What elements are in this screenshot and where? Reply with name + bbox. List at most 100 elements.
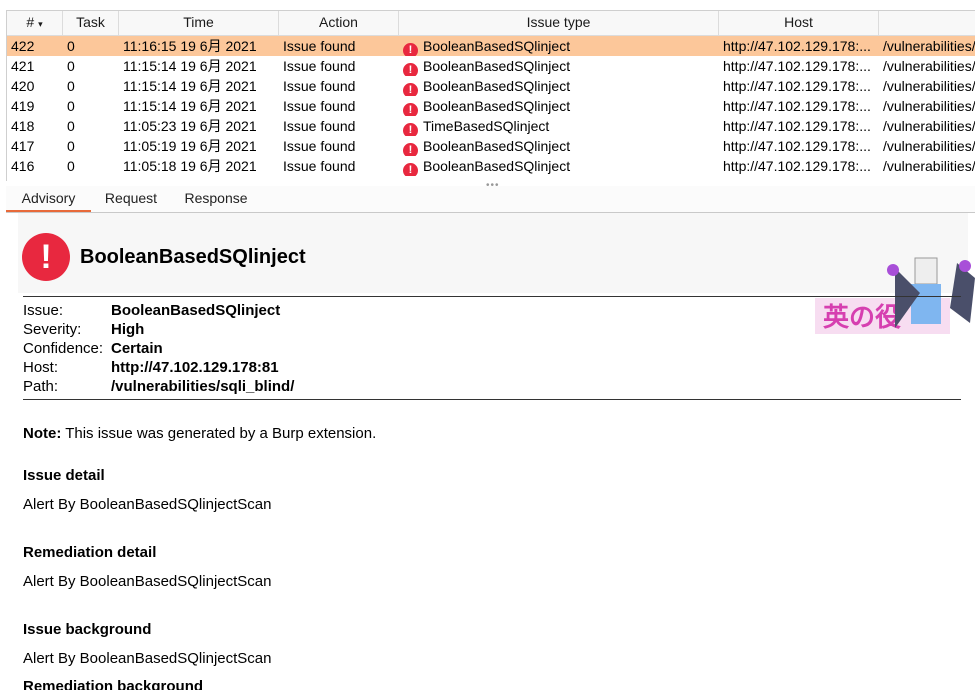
tab-advisory[interactable]: Advisory [6, 186, 91, 212]
table-row[interactable]: 419 0 11:15:14 19 6月 2021 Issue found ! Boole… [7, 96, 975, 116]
cell-issue-type: ! BooleanBasedSQlinject [403, 36, 719, 56]
error-exclamation-icon: ! [403, 163, 418, 176]
table-row[interactable]: 420 0 11:15:14 19 6月 2021 Issue found ! Boole… [7, 76, 975, 96]
column-header-issue-type[interactable]: Issue type [399, 11, 719, 35]
advisory-panel: ! BooleanBasedSQlinject 英の役 Issue: Boolea… [6, 213, 975, 690]
fields-top-divider [23, 296, 961, 297]
table-row[interactable]: 418 0 11:05:23 19 6月 2021 Issue found ! TimeB… [7, 116, 975, 136]
cell-number: 418 [11, 118, 35, 134]
error-exclamation-icon: ! [403, 143, 418, 156]
column-header-host[interactable]: Host [719, 11, 879, 35]
cell-task: 0 [67, 58, 75, 74]
cell-number: 416 [11, 158, 35, 174]
cell-task: 0 [67, 138, 75, 154]
cell-action: Issue found [283, 38, 356, 54]
cell-issue-type: ! BooleanBasedSQlinject [403, 96, 719, 116]
section-text-remediation-detail: Alert By BooleanBasedSQlinjectScan [23, 573, 272, 590]
fields-bottom-divider [23, 399, 961, 400]
cell-path: /vulnerabilities/ [883, 98, 975, 114]
table-row[interactable]: 416 0 11:05:18 19 6月 2021 Issue found ! Boole… [7, 156, 975, 176]
cell-number: 417 [11, 138, 35, 154]
field-value: http://47.102.129.178:81 [111, 359, 279, 376]
cell-number: 421 [11, 58, 35, 74]
column-header-number[interactable]: # ▾ [7, 11, 63, 35]
field-label: Issue: [23, 302, 64, 319]
cell-host: http://47.102.129.178:... [723, 78, 871, 94]
field-value: /vulnerabilities/sqli_blind/ [111, 378, 295, 395]
cell-host: http://47.102.129.178:... [723, 158, 871, 174]
error-exclamation-icon: ! [403, 123, 418, 136]
cell-issue-type: ! BooleanBasedSQlinject [403, 136, 719, 156]
advisory-title: BooleanBasedSQlinject [80, 246, 306, 268]
cell-host: http://47.102.129.178:... [723, 138, 871, 154]
watermark-logo: 英の役 [775, 248, 975, 358]
cell-action: Issue found [283, 58, 356, 74]
issue-log-table: # ▾ Task Time Action Issue type Host 422… [6, 10, 975, 181]
cell-number: 422 [11, 38, 35, 54]
cell-number: 419 [11, 98, 35, 114]
field-label: Severity: [23, 321, 82, 338]
cell-issue-type: ! TimeBasedSQlinject [403, 116, 719, 136]
cell-action: Issue found [283, 78, 356, 94]
svg-text:英の役: 英の役 [823, 303, 901, 333]
cell-time: 11:05:18 19 6月 2021 [123, 158, 257, 174]
cell-task: 0 [67, 38, 75, 54]
section-text-issue-background: Alert By BooleanBasedSQlinjectScan [23, 650, 272, 667]
advisory-field: Issue: BooleanBasedSQlinject [23, 301, 280, 320]
error-exclamation-icon: ! [403, 103, 418, 116]
cell-time: 11:05:19 19 6月 2021 [123, 138, 257, 154]
error-exclamation-icon: ! [403, 83, 418, 96]
cell-issue-type: ! BooleanBasedSQlinject [403, 76, 719, 96]
section-heading-issue-background: Issue background [23, 621, 152, 638]
error-exclamation-icon: ! [22, 233, 70, 281]
cell-task: 0 [67, 118, 75, 134]
advisory-field: Path: /vulnerabilities/sqli_blind/ [23, 377, 294, 396]
cell-path: /vulnerabilities/ [883, 158, 975, 174]
cell-host: http://47.102.129.178:... [723, 38, 871, 54]
cell-task: 0 [67, 98, 75, 114]
advisory-field: Severity: High [23, 320, 144, 339]
table-row[interactable]: 417 0 11:05:19 19 6月 2021 Issue found ! Boole… [7, 136, 975, 156]
cell-task: 0 [67, 78, 75, 94]
section-text-issue-detail: Alert By BooleanBasedSQlinjectScan [23, 496, 272, 513]
field-value: Certain [111, 340, 163, 357]
cell-path: /vulnerabilities/ [883, 38, 975, 54]
detail-tabs: Advisory Request Response [6, 186, 975, 213]
cell-host: http://47.102.129.178:... [723, 98, 871, 114]
cell-host: http://47.102.129.178:... [723, 58, 871, 74]
field-label: Confidence: [23, 340, 104, 357]
cell-action: Issue found [283, 138, 356, 154]
cell-task: 0 [67, 158, 75, 174]
cell-number: 420 [11, 78, 35, 94]
column-header-task[interactable]: Task [63, 11, 119, 35]
section-heading-remediation-detail: Remediation detail [23, 544, 157, 561]
field-label: Host: [23, 359, 59, 376]
cell-time: 11:16:15 19 6月 2021 [123, 38, 257, 54]
cell-action: Issue found [283, 158, 356, 174]
cell-host: http://47.102.129.178:... [723, 118, 871, 134]
error-exclamation-icon: ! [403, 63, 418, 76]
cell-time: 11:15:14 19 6月 2021 [123, 78, 257, 94]
cell-time: 11:05:23 19 6月 2021 [123, 118, 257, 134]
column-header-time[interactable]: Time [119, 11, 279, 35]
advisory-field: Host: http://47.102.129.178:81 [23, 358, 279, 377]
tab-request[interactable]: Request [91, 186, 171, 212]
table-row[interactable]: 421 0 11:15:14 19 6月 2021 Issue found ! Boole… [7, 56, 975, 76]
cell-action: Issue found [283, 118, 356, 134]
cell-time: 11:15:14 19 6月 2021 [123, 58, 257, 74]
error-exclamation-icon: ! [403, 43, 418, 56]
column-header-path[interactable] [879, 11, 975, 35]
field-value: BooleanBasedSQlinject [111, 302, 281, 319]
cell-path: /vulnerabilities/ [883, 138, 975, 154]
field-value: High [111, 321, 145, 338]
tab-response[interactable]: Response [171, 186, 261, 212]
column-header-action[interactable]: Action [279, 11, 399, 35]
cell-path: /vulnerabilities/ [883, 118, 975, 134]
section-heading-remediation-background: Remediation background [23, 678, 204, 690]
cell-issue-type: ! BooleanBasedSQlinject [403, 156, 719, 176]
table-row[interactable]: 422 0 11:16:15 19 6月 2021 Issue found ! Boole… [7, 36, 975, 56]
advisory-field: Confidence: Certain [23, 339, 163, 358]
table-header: # ▾ Task Time Action Issue type Host [7, 11, 975, 36]
cell-path: /vulnerabilities/ [883, 78, 975, 94]
cell-path: /vulnerabilities/ [883, 58, 975, 74]
